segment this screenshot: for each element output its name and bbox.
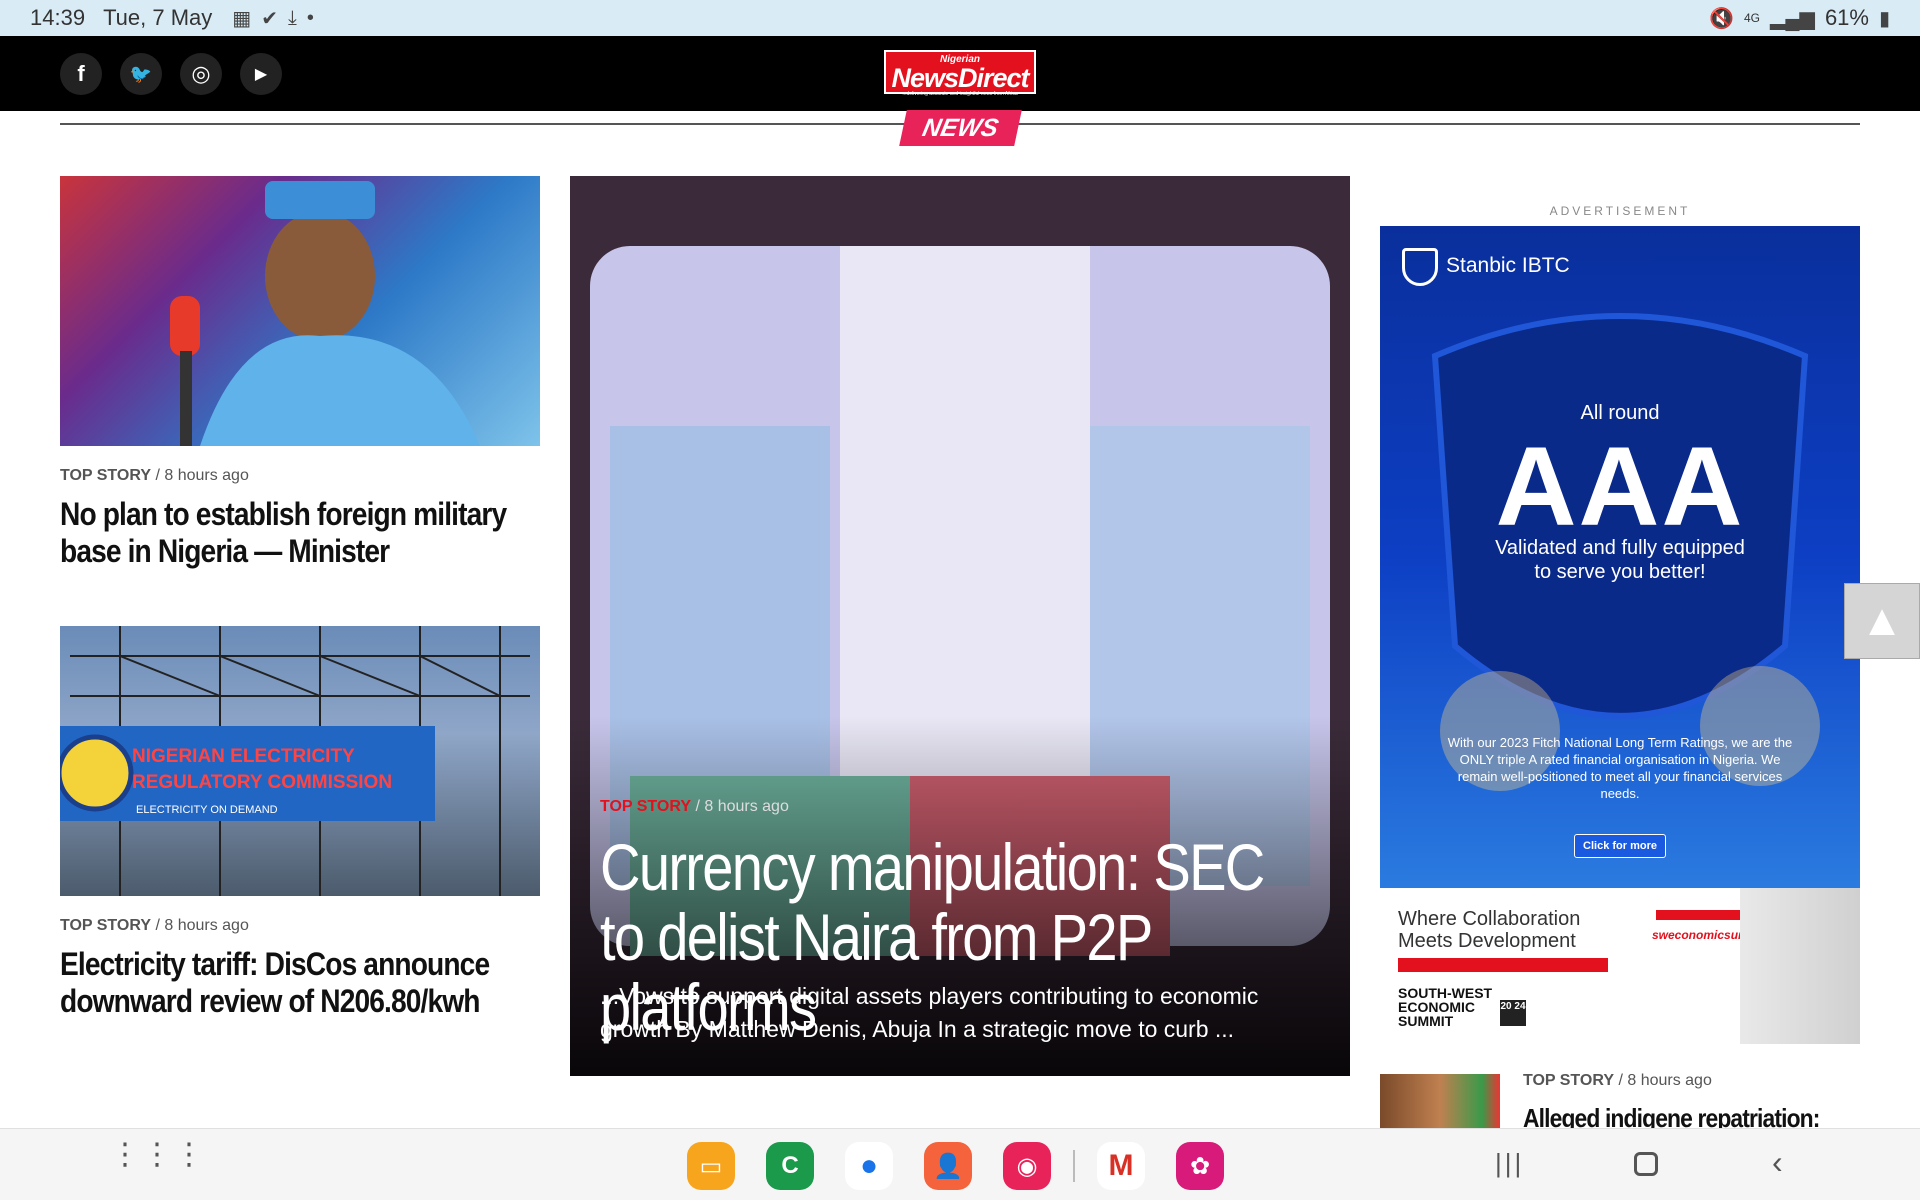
article-meta: TOP STORY / 8 hours ago [60,917,249,935]
logo-main-text: NewsDirect [891,63,1029,93]
summit-headline-1: Where Collaboration [1398,908,1581,930]
ad-cta-button[interactable]: Click for more [1574,834,1666,858]
hero-meta: TOP STORY / 8 hours ago [600,798,789,816]
nerc-sign-line2: REGULATORY COMMISSION [132,772,392,793]
recent-apps-icon[interactable]: ||| [1495,1148,1524,1179]
nerc-sign-line1: NIGERIAN ELECTRICITY [132,746,355,767]
summit-event-2: ECONOMIC [1398,999,1475,1015]
more-dot-icon: • [306,6,314,29]
network-type: 4G [1743,11,1760,25]
mute-icon: 🔇 [1709,7,1734,30]
contacts-app-icon[interactable]: 👤 [924,1142,972,1190]
article-image-nerc[interactable]: NIGERIAN ELECTRICITY REGULATORY COMMISSI… [60,626,540,896]
article-category[interactable]: TOP STORY [60,467,151,484]
site-header: f 🐦 ◎ ▶ Nigerian NewsDirect ...deliverin… [0,36,1920,111]
check-icon: ✔ [261,7,278,30]
meta-separator: / [155,917,165,934]
battery-percent: 61% [1824,5,1869,30]
summit-event-3: SUMMIT [1398,1013,1454,1029]
stanbic-advert[interactable]: Stanbic IBTC All round AAA Validated and… [1380,226,1860,888]
article-title[interactable]: Electricity tariff: DisCos announce down… [60,946,535,1020]
hero-excerpt: ...Vows to support digital assets player… [600,983,1259,1042]
site-logo[interactable]: Nigerian NewsDirect ...delivering accura… [884,50,1036,97]
nerc-sign-line3: ELECTRICITY ON DEMAND [136,804,278,816]
scroll-to-top-button[interactable]: ▲ [1844,583,1920,659]
summit-event-1: SOUTH-WEST [1398,985,1493,1001]
article-time: 8 hours ago [164,467,249,484]
clock: 14:39 [30,5,86,30]
flower-app-icon[interactable]: ✿ [1176,1142,1224,1190]
summit-red-strip [1398,958,1608,972]
summit-year: 20 24 [1500,1000,1526,1026]
signal-icon: ▂▄▆ [1770,7,1815,30]
twitter-icon[interactable]: 🐦 [120,53,162,95]
ad-body: With our 2023 Fitch National Long Term R… [1447,735,1793,801]
chevron-up-icon: ▲ [1860,596,1904,645]
meta-separator: / [1618,1072,1628,1089]
calendar-icon: ▦ [232,7,252,30]
hero-time: 8 hours ago [704,798,789,815]
app-drawer-icon[interactable]: ⋮⋮⋮ [110,1140,206,1170]
ad-line3: to serve you better! [1534,561,1706,583]
home-button-icon[interactable] [1634,1152,1658,1176]
summit-building-image [1740,888,1860,1044]
side-article-time: 8 hours ago [1627,1072,1712,1089]
summit-event-name: SOUTH-WEST ECONOMIC SUMMIT [1398,986,1492,1028]
gmail-app-icon[interactable]: M [1097,1142,1145,1190]
logo-tagline: ...delivering accurate and insightful ne… [902,91,1018,97]
dock-divider [1073,1150,1075,1182]
article-meta: TOP STORY / 8 hours ago [60,467,249,485]
article-image-minister[interactable] [60,176,540,446]
section-label[interactable]: NEWS [899,110,1022,146]
battery-icon: ▮ [1878,7,1890,30]
camera-app-icon[interactable]: ◉ [1003,1142,1051,1190]
download-icon: ⤓ [287,6,297,29]
side-article-category[interactable]: TOP STORY [1523,1072,1614,1089]
power-station-photo: NIGERIAN ELECTRICITY REGULATORY COMMISSI… [60,626,530,896]
ad-line2: Validated and fully equipped [1495,537,1745,559]
meta-separator: / [695,798,705,815]
summit-headline-2: Meets Development [1398,930,1576,952]
files-app-icon[interactable]: ▭ [687,1142,735,1190]
article-time: 8 hours ago [164,917,249,934]
stanbic-logo-icon [1402,248,1438,286]
meta-separator: / [155,467,165,484]
hero-article[interactable]: TOP STORY / 8 hours ago Currency manipul… [570,176,1350,1076]
summit-headline: Where Collaboration Meets Development [1398,908,1580,952]
ad-brand: Stanbic IBTC [1446,254,1570,277]
date: Tue, 7 May [103,5,213,30]
ad-big-text: AAA [1495,424,1745,549]
side-article-image[interactable] [1380,1074,1500,1128]
instagram-icon[interactable]: ◎ [180,53,222,95]
back-icon[interactable]: ‹ [1772,1144,1783,1181]
advertisement-label: ADVERTISEMENT [1549,204,1691,218]
phone-app-icon[interactable]: C [766,1142,814,1190]
youtube-icon[interactable]: ▶ [240,53,282,95]
system-status-bar: 14:39 Tue, 7 May ▦ ✔ ⤓ • 🔇 4G ▂▄▆ 61% ▮ [0,0,1920,36]
summit-advert[interactable]: Where Collaboration Meets Development SO… [1380,888,1860,1044]
minister-photo [170,181,480,446]
side-article-meta: TOP STORY / 8 hours ago [1523,1072,1712,1090]
article-category[interactable]: TOP STORY [60,917,151,934]
article-title[interactable]: No plan to establish foreign military ba… [60,496,535,570]
facebook-icon[interactable]: f [60,53,102,95]
messages-app-icon[interactable]: ● [845,1142,893,1190]
hero-category[interactable]: TOP STORY [600,798,691,815]
